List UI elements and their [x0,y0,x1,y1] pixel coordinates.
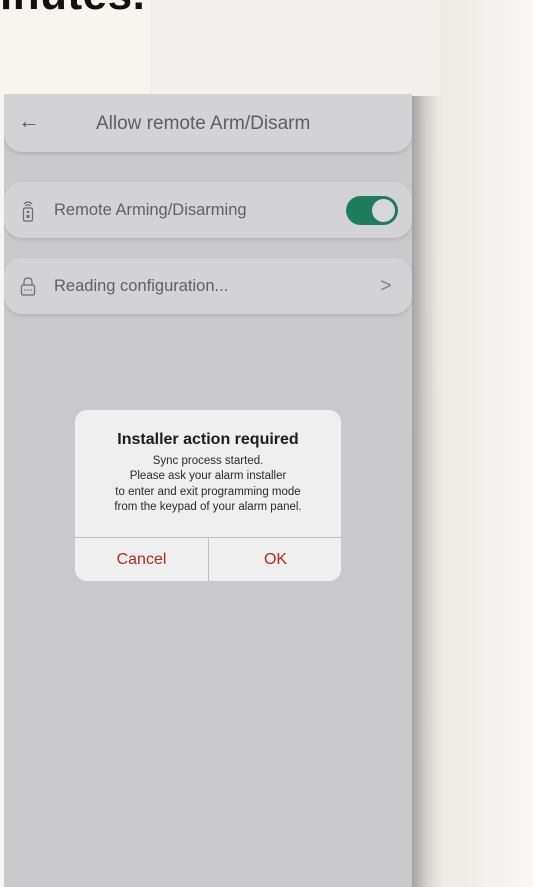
background-heading-fragment: inutes. [0,0,145,20]
dialog-message-line: Please ask your alarm installer [129,470,287,483]
dialog-title: Installer action required [117,431,299,448]
app-header: ← Allow remote Arm/Disarm [4,94,412,152]
reading-configuration-row[interactable]: Reading configuration... > [4,258,412,314]
toggle-knob [372,199,395,222]
dialog-message-line: to enter and exit programming mode [115,485,301,498]
phone-screen: ← Allow remote Arm/Disarm Remote Arming/… [4,94,412,887]
background-right-strip [440,0,533,887]
reading-configuration-label: Reading configuration... [54,277,229,295]
remote-arming-label: Remote Arming/Disarming [54,201,247,219]
remote-arming-row: Remote Arming/Disarming [4,182,412,238]
ok-button[interactable]: OK [209,538,341,581]
dialog-message-line: Sync process started. [152,455,264,467]
lock-icon [20,277,36,296]
installer-action-dialog: Installer action required Sync process s… [75,410,341,581]
back-arrow-icon[interactable]: ← [18,110,40,132]
page-title: Allow remote Arm/Disarm [96,113,311,134]
remote-control-icon [22,201,34,222]
dialog-message: Sync process started. Please ask your al… [75,454,341,515]
remote-arming-toggle[interactable] [346,196,398,225]
dialog-message-line: from the keypad of your alarm panel. [114,500,302,513]
chevron-right-icon: > [380,275,392,297]
cancel-button[interactable]: Cancel [75,538,208,581]
